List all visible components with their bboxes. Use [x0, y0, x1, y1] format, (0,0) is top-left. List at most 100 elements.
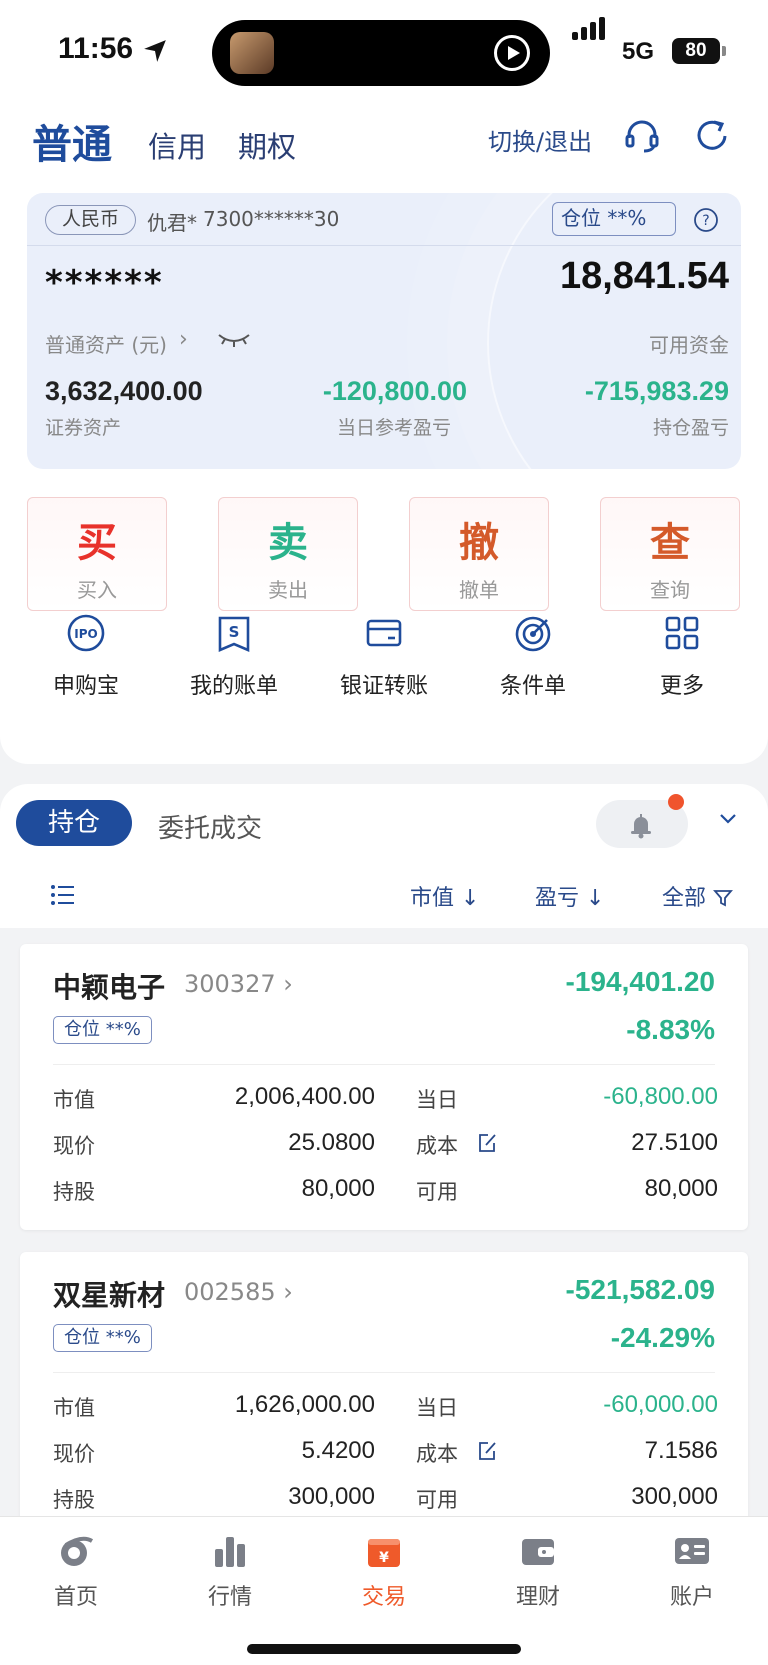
- total-assets-masked: ******: [45, 263, 164, 303]
- sell-button[interactable]: 卖 卖出: [218, 497, 358, 611]
- nav-market-label: 行情: [207, 1585, 252, 1610]
- bank-transfer-item[interactable]: 银证转账: [314, 612, 454, 700]
- holding-pl-value: -715,983.29: [584, 376, 729, 406]
- cancel-label: 撤单: [459, 578, 499, 602]
- svg-text:?: ?: [702, 213, 709, 229]
- edit-icon[interactable]: [476, 1440, 498, 1462]
- conditional-order-item[interactable]: 条件单: [463, 612, 603, 700]
- nav-trade[interactable]: ¥ 交易: [324, 1531, 444, 1611]
- account-type-tabs: 普通 信用 期权 切换/退出: [0, 100, 768, 190]
- switch-logout-link[interactable]: 切换/退出: [488, 122, 592, 157]
- stock-pl-percent: -24.29%: [610, 1322, 715, 1353]
- play-icon: [494, 35, 530, 71]
- cost-value: 27.5100: [631, 1129, 718, 1156]
- list-view-icon[interactable]: [50, 884, 76, 906]
- sort-market-value[interactable]: 市值 ↓: [410, 880, 479, 912]
- sort-pl[interactable]: 盈亏 ↓: [535, 880, 604, 912]
- today-pl-value: -120,800.00: [322, 376, 467, 406]
- price-value: 25.0800: [288, 1129, 375, 1156]
- cost-label: 成本: [416, 1134, 458, 1158]
- battery-icon: 80: [672, 38, 720, 64]
- stock-pl: -521,582.09: [565, 1274, 715, 1305]
- stock-pl-percent: -8.83%: [626, 1014, 715, 1045]
- cost-label: 成本: [416, 1442, 458, 1466]
- notification-dot: [668, 794, 684, 810]
- more-item[interactable]: 更多: [612, 612, 752, 700]
- holding-card[interactable]: 中颖电子 300327 › -194,401.20 仓位 **% -8.83% …: [20, 944, 748, 1230]
- bottom-nav: 首页 行情 ¥ 交易 理财 账户: [0, 1516, 768, 1665]
- status-time: 11:56: [58, 32, 134, 65]
- sell-glyph: 卖: [268, 520, 308, 566]
- shares-label: 持股: [53, 1180, 95, 1204]
- holding-pl-label: 持仓盈亏: [652, 417, 729, 439]
- stock-position-badge: 仓位 **%: [53, 1324, 152, 1352]
- network-type: 5G: [622, 38, 655, 65]
- headset-icon[interactable]: [622, 116, 662, 156]
- cost-value: 7.1586: [644, 1437, 718, 1464]
- today-label: 当日: [416, 1088, 458, 1112]
- help-icon[interactable]: ?: [693, 207, 719, 233]
- svg-text:¥: ¥: [379, 1550, 389, 1566]
- securities-assets-value: 3,632,400.00: [45, 376, 203, 406]
- securities-assets-label: 证券资产: [45, 417, 122, 439]
- edit-icon[interactable]: [476, 1132, 498, 1154]
- shares-value: 300,000: [288, 1483, 375, 1510]
- today-value: -60,800.00: [603, 1083, 718, 1110]
- card-divider: [27, 245, 741, 246]
- target-icon: [515, 616, 551, 652]
- stock-code-text: 002585: [184, 1278, 276, 1306]
- account-panel: 普通 信用 期权 切换/退出 人民币 仇君* 7300******30 仓位 *…: [0, 100, 768, 764]
- ipo-subscribe-item[interactable]: IPO 申购宝: [16, 612, 156, 700]
- market-value: 1,626,000.00: [234, 1391, 375, 1418]
- tab-orders-trades[interactable]: 委托成交: [158, 808, 262, 845]
- available-cash-label: 可用资金: [649, 333, 729, 357]
- refresh-icon[interactable]: [692, 116, 732, 156]
- status-bar: 11:56 5G 80: [0, 0, 768, 100]
- available-label: 可用: [416, 1180, 458, 1204]
- stock-name: 双星新材: [53, 1279, 166, 1312]
- tab-credit[interactable]: 信用: [148, 124, 206, 166]
- available-label: 可用: [416, 1488, 458, 1512]
- holding-card[interactable]: 双星新材 002585 › -521,582.09 仓位 **% -24.29%…: [20, 1252, 748, 1538]
- location-arrow-icon: [144, 40, 166, 62]
- price-value: 5.4200: [301, 1437, 375, 1464]
- more-label: 更多: [659, 674, 704, 699]
- total-assets-label[interactable]: 普通资产 (元): [45, 329, 167, 358]
- grid-icon: [665, 616, 699, 650]
- ipo-icon: IPO: [67, 614, 105, 652]
- buy-button[interactable]: 买 买入: [27, 497, 167, 611]
- tab-option[interactable]: 期权: [238, 124, 296, 166]
- eye-closed-icon[interactable]: [215, 327, 253, 349]
- stock-name: 中颖电子: [53, 971, 166, 1004]
- nav-home-label: 首页: [53, 1585, 98, 1610]
- market-value: 2,006,400.00: [234, 1083, 375, 1110]
- nav-account[interactable]: 账户: [632, 1531, 752, 1611]
- asset-summary-card: 人民币 仇君* 7300******30 仓位 **% ? ****** 18,…: [27, 193, 741, 469]
- my-bill-item[interactable]: S 我的账单: [164, 612, 304, 700]
- chevron-down-icon[interactable]: [718, 812, 738, 826]
- now-playing-thumbnail: [230, 32, 274, 74]
- tab-holdings[interactable]: 持仓: [16, 800, 132, 846]
- nav-market[interactable]: 行情: [170, 1531, 290, 1611]
- price-label: 现价: [53, 1134, 95, 1158]
- position-ratio-badge: 仓位 **%: [552, 202, 676, 236]
- query-label: 查询: [650, 578, 690, 602]
- nav-account-label: 账户: [669, 1585, 714, 1610]
- tab-normal[interactable]: 普通: [32, 112, 112, 170]
- buy-label: 买入: [77, 578, 117, 602]
- account-card-icon: [675, 1538, 709, 1564]
- chevron-right-icon[interactable]: ›: [179, 327, 188, 352]
- cancel-order-button[interactable]: 撤 撤单: [409, 497, 549, 611]
- account-number: 7300******30: [203, 207, 340, 231]
- nav-home[interactable]: 首页: [16, 1531, 136, 1611]
- stock-code[interactable]: 002585 ›: [184, 1278, 293, 1306]
- stock-code[interactable]: 300327 ›: [184, 970, 293, 998]
- nav-wealth[interactable]: 理财: [478, 1531, 598, 1611]
- cancel-glyph: 撤: [459, 520, 499, 566]
- bank-transfer-label: 银证转账: [339, 674, 428, 699]
- bell-icon: [631, 814, 651, 839]
- card-divider: [53, 1064, 715, 1065]
- currency-badge[interactable]: 人民币: [45, 205, 137, 235]
- query-button[interactable]: 查 查询: [600, 497, 740, 611]
- filter-all[interactable]: 全部: [662, 880, 733, 912]
